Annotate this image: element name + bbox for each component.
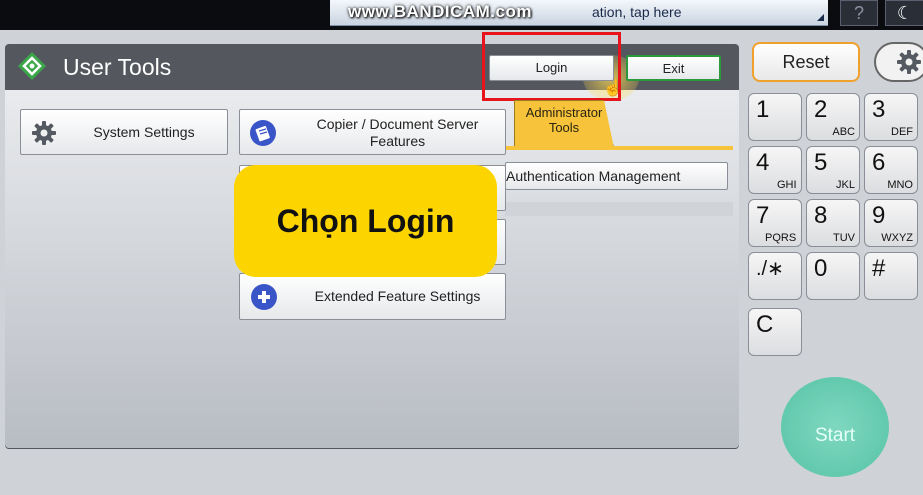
key-dot-star[interactable]: ./∗: [748, 252, 802, 300]
key-number: C: [756, 311, 774, 338]
key-letters: GHI: [777, 179, 797, 191]
key-number: 9: [872, 202, 886, 229]
key-letters: PQRS: [765, 232, 797, 244]
gear-icon: [897, 50, 921, 74]
user-tools-diamond-icon: [18, 52, 46, 80]
key-4[interactable]: 4 GHI: [748, 146, 802, 194]
copier-document-server-button[interactable]: Copier / Document Server Features: [239, 109, 506, 155]
key-0[interactable]: 0: [806, 252, 860, 300]
divider-strip: [505, 202, 733, 216]
page-title: User Tools: [63, 54, 172, 80]
key-letters: TUV: [833, 232, 855, 244]
key-number: 2: [814, 96, 828, 123]
key-5[interactable]: 5 JKL: [806, 146, 860, 194]
tab-administrator-tools[interactable]: Administrator Tools: [514, 100, 614, 148]
reset-button[interactable]: Reset: [752, 42, 860, 82]
energy-saver-button[interactable]: ☾: [885, 0, 923, 26]
extended-feature-settings-button[interactable]: Extended Feature Settings: [239, 273, 506, 320]
key-hash[interactable]: #: [864, 252, 918, 300]
puzzle-icon: [251, 284, 277, 310]
copier-icon: [250, 120, 276, 146]
key-number: 0: [814, 255, 828, 282]
hand-cursor-icon: ☝: [603, 80, 623, 97]
tab-label-line1: Administrator: [525, 105, 603, 120]
copier-label-line2: Features: [369, 133, 426, 149]
key-3[interactable]: 3 DEF: [864, 93, 918, 141]
status-message-text: ation, tap here: [592, 4, 682, 20]
key-9[interactable]: 9 WXYZ: [864, 199, 918, 247]
key-letters: MNO: [887, 179, 913, 191]
key-1[interactable]: 1: [748, 93, 802, 141]
key-letters: WXYZ: [881, 232, 913, 244]
exit-button[interactable]: Exit: [626, 55, 721, 81]
key-number: #: [872, 255, 886, 282]
key-number: 8: [814, 202, 828, 229]
key-number: 3: [872, 96, 886, 123]
key-2[interactable]: 2 ABC: [806, 93, 860, 141]
authentication-management-button[interactable]: Authentication Management: [505, 162, 728, 190]
key-letters: DEF: [891, 126, 913, 138]
key-8[interactable]: 8 TUV: [806, 199, 860, 247]
gear-icon: [32, 121, 56, 145]
key-number: 4: [756, 149, 770, 176]
login-highlight-box: [482, 32, 621, 101]
key-6[interactable]: 6 MNO: [864, 146, 918, 194]
key-clear[interactable]: C: [748, 308, 802, 356]
expand-corner-icon: [817, 14, 824, 21]
key-number: 5: [814, 149, 828, 176]
key-letters: ABC: [832, 126, 855, 138]
recording-watermark: www.BANDICAM.com: [348, 2, 532, 21]
key-letters: JKL: [836, 179, 855, 191]
tab-label-line2: Tools: [548, 120, 580, 135]
settings-button[interactable]: [874, 42, 923, 82]
tab-underline: [505, 146, 733, 150]
start-button[interactable]: Start: [781, 377, 889, 477]
key-number: 7: [756, 202, 770, 229]
key-7[interactable]: 7 PQRS: [748, 199, 802, 247]
help-button[interactable]: ?: [840, 0, 878, 26]
key-number: ./∗: [756, 258, 784, 280]
key-number: 1: [756, 96, 770, 123]
copier-label-line1: Copier / Document Server: [316, 116, 479, 132]
key-number: 6: [872, 149, 886, 176]
instruction-overlay: Chọn Login: [234, 165, 497, 277]
